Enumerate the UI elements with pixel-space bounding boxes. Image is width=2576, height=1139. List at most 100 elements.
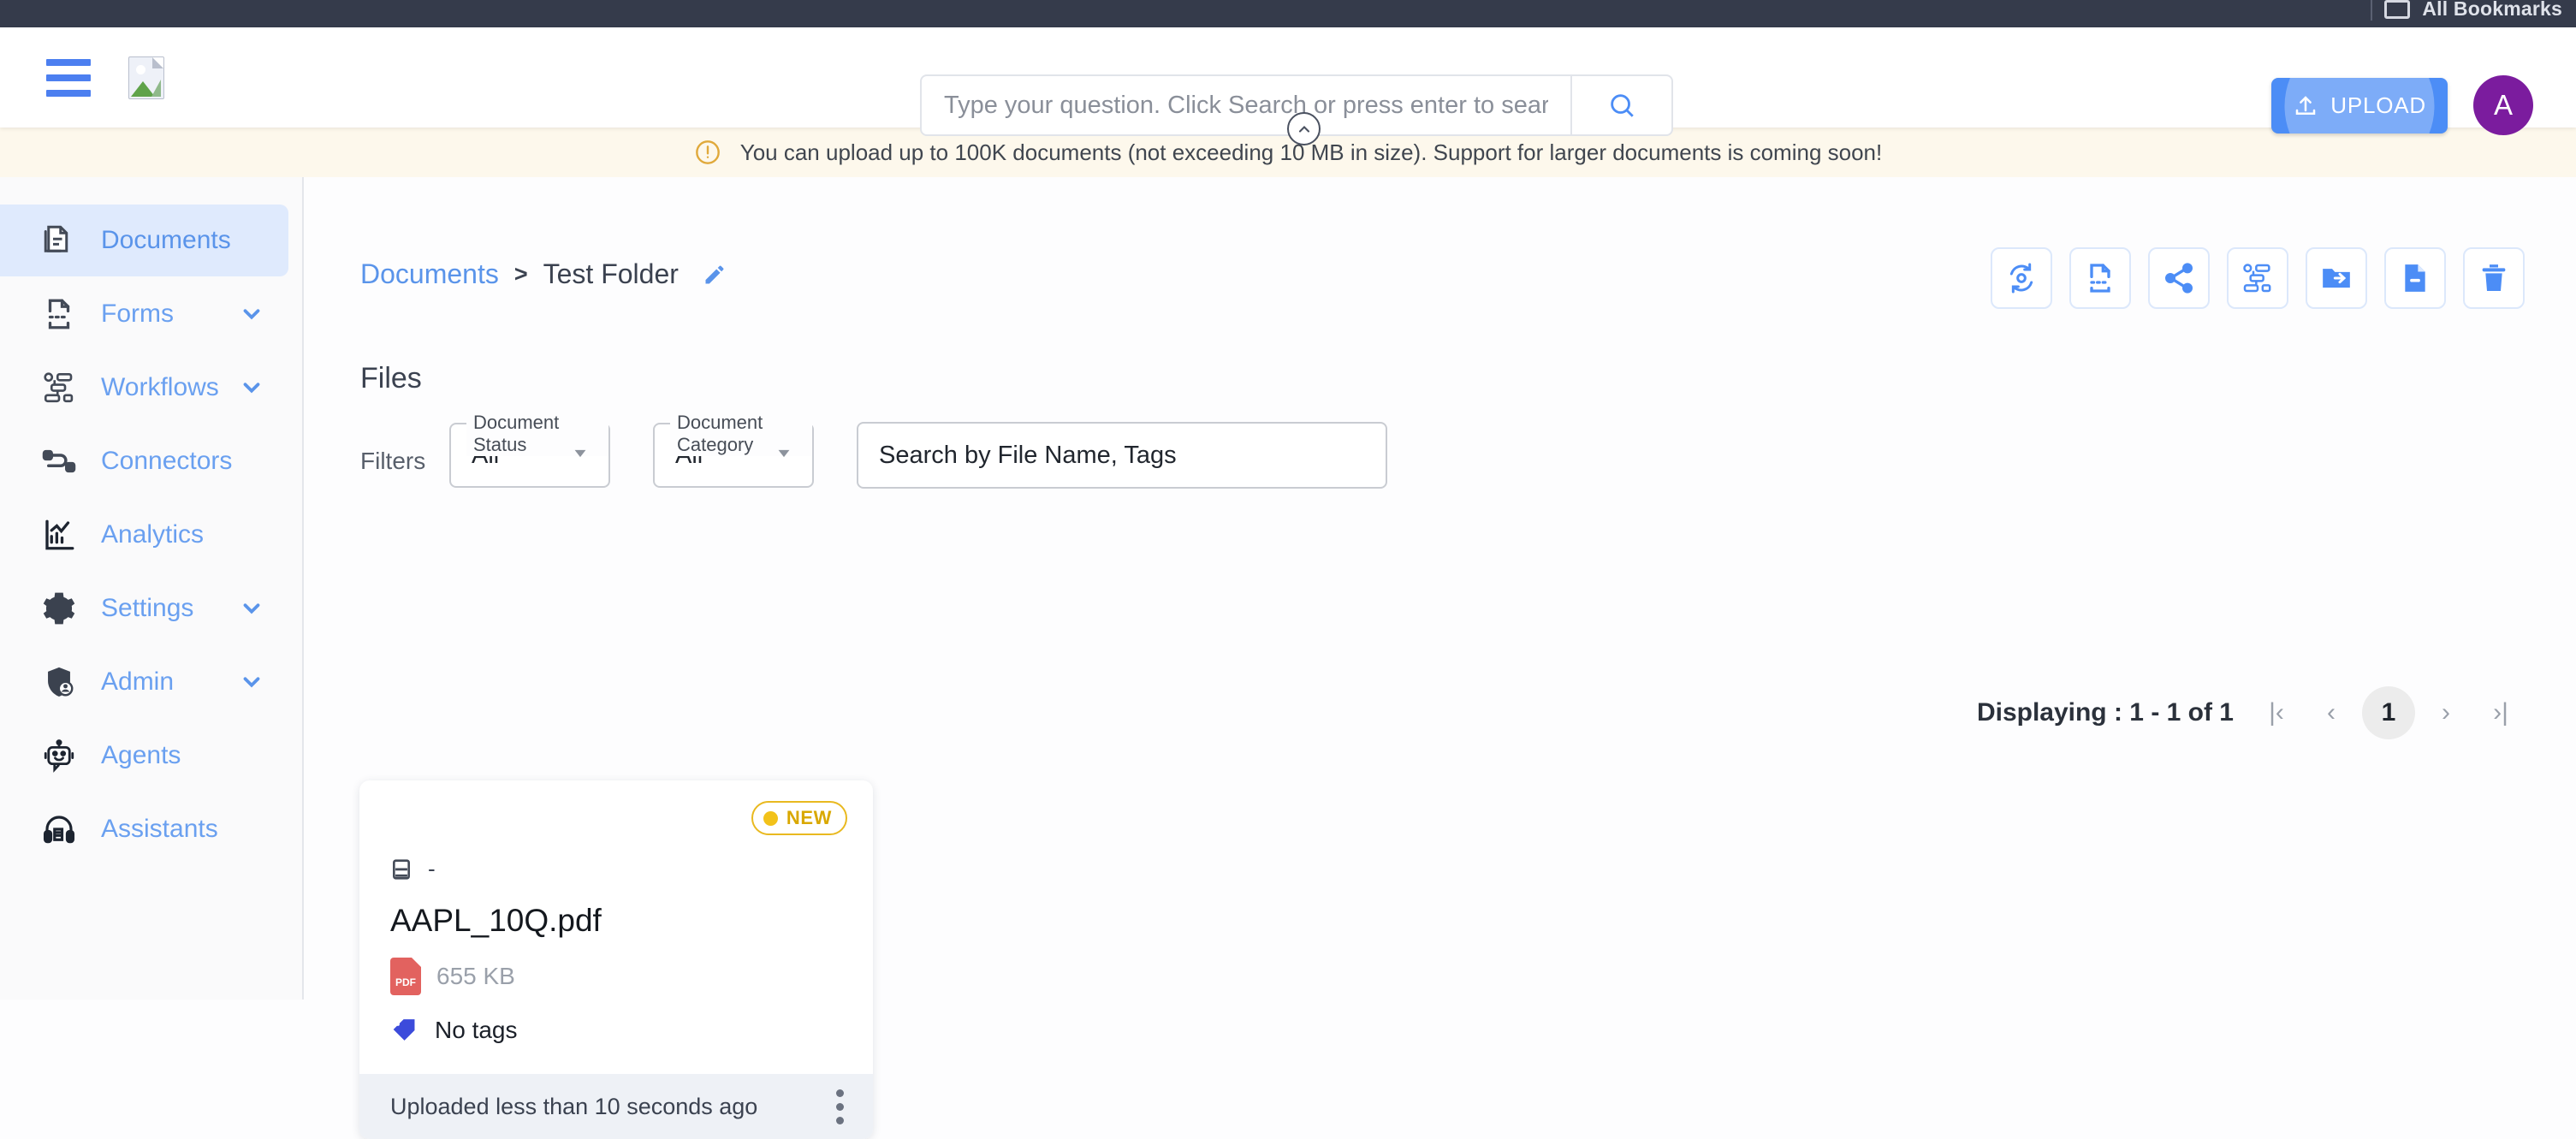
file-size: 655 KB bbox=[436, 963, 515, 990]
file-search-input[interactable] bbox=[858, 442, 1386, 470]
breadcrumb-documents-link[interactable]: Documents bbox=[360, 258, 499, 290]
file-tags: No tags bbox=[435, 1017, 518, 1044]
file-card-meta: - bbox=[390, 856, 842, 882]
filters-row: Filters Document Status All Document Cat… bbox=[360, 422, 1387, 489]
analytics-icon bbox=[39, 515, 79, 555]
settings-gear-icon bbox=[39, 589, 79, 628]
pagination-last-button[interactable]: ›| bbox=[2477, 689, 2525, 737]
database-icon bbox=[390, 857, 413, 882]
connectors-icon bbox=[39, 442, 79, 481]
status-badge: NEW bbox=[751, 801, 847, 835]
reprocess-gear-sync-icon bbox=[2004, 261, 2039, 295]
avatar-initial: A bbox=[2494, 89, 2513, 122]
share-button[interactable] bbox=[2148, 247, 2210, 309]
sidebar-item-label: Forms bbox=[101, 300, 174, 329]
sidebar-item-label: Admin bbox=[101, 667, 174, 697]
breadcrumb-separator: > bbox=[514, 261, 528, 288]
workflow-icon bbox=[2241, 261, 2275, 295]
remove-document-button[interactable] bbox=[2384, 247, 2446, 309]
assistants-headset-icon bbox=[39, 810, 79, 849]
chevron-down-icon[interactable] bbox=[239, 301, 264, 327]
reprocess-document-button[interactable] bbox=[1991, 247, 2052, 309]
pagination-prev-button[interactable]: ‹ bbox=[2307, 689, 2355, 737]
upload-button-label: UPLOAD bbox=[2330, 92, 2426, 119]
search-icon bbox=[1607, 91, 1636, 120]
move-folder-icon bbox=[2319, 261, 2353, 295]
filters-label: Filters bbox=[360, 436, 449, 475]
documents-icon bbox=[39, 221, 79, 260]
sidebar-item-label: Settings bbox=[101, 594, 193, 623]
kebab-menu-icon[interactable] bbox=[836, 1089, 844, 1124]
search-button[interactable] bbox=[1570, 76, 1671, 134]
file-name: AAPL_10Q.pdf bbox=[390, 903, 842, 939]
status-badge-label: NEW bbox=[786, 807, 832, 829]
sidebar-item-label: Workflows bbox=[101, 373, 219, 402]
chevron-down-icon[interactable] bbox=[239, 596, 264, 621]
app-header: UPLOAD A bbox=[0, 27, 2576, 128]
alert-circle-icon bbox=[694, 139, 721, 166]
document-status-select[interactable]: Document Status All bbox=[449, 423, 610, 488]
all-bookmarks-label[interactable]: All Bookmarks bbox=[2422, 0, 2562, 21]
file-card[interactable]: NEW - AAPL_10Q.pdf PDF 655 KB bbox=[359, 780, 873, 1139]
sidebar-item-analytics[interactable]: Analytics bbox=[0, 499, 288, 571]
chevron-down-icon[interactable] bbox=[239, 669, 264, 695]
main-content: Documents > Test Folder bbox=[306, 177, 2576, 1000]
run-workflow-button[interactable] bbox=[2227, 247, 2288, 309]
workflows-icon bbox=[39, 368, 79, 407]
breadcrumb-current-folder: Test Folder bbox=[543, 258, 679, 290]
forms-icon bbox=[39, 294, 79, 334]
document-toolbar bbox=[1991, 247, 2525, 309]
tag-icon bbox=[390, 1016, 419, 1045]
sidebar-item-documents[interactable]: Documents bbox=[0, 205, 288, 276]
breadcrumb: Documents > Test Folder bbox=[360, 258, 727, 290]
chrome-divider bbox=[2371, 0, 2372, 21]
chevron-down-icon bbox=[775, 444, 793, 467]
pagination: Displaying : 1 - 1 of 1 |‹ ‹ 1 › ›| bbox=[1977, 686, 2525, 739]
pagination-page-1-button[interactable]: 1 bbox=[2362, 686, 2415, 739]
sidebar-item-label: Assistants bbox=[101, 815, 218, 844]
sidebar: Documents Forms Workflows bbox=[0, 177, 304, 1000]
sidebar-item-workflows[interactable]: Workflows bbox=[0, 352, 288, 424]
file-search-field bbox=[857, 422, 1387, 489]
file-card-meta-value: - bbox=[428, 856, 436, 882]
sidebar-item-connectors[interactable]: Connectors bbox=[0, 425, 288, 497]
sidebar-item-admin[interactable]: Admin bbox=[0, 646, 288, 718]
chevron-down-icon[interactable] bbox=[239, 375, 264, 400]
pagination-displaying-text: Displaying : 1 - 1 of 1 bbox=[1977, 698, 2234, 727]
avatar[interactable]: A bbox=[2473, 75, 2533, 135]
hamburger-menu-icon[interactable] bbox=[46, 59, 91, 97]
extract-form-button[interactable] bbox=[2069, 247, 2131, 309]
delete-button[interactable] bbox=[2463, 247, 2525, 309]
document-category-select[interactable]: Document Category All bbox=[653, 423, 814, 488]
sidebar-item-settings[interactable]: Settings bbox=[0, 572, 288, 644]
pagination-next-button[interactable]: › bbox=[2422, 689, 2470, 737]
edit-pencil-icon[interactable] bbox=[703, 263, 727, 287]
page-title: Files bbox=[360, 362, 422, 395]
upload-icon bbox=[2293, 93, 2318, 119]
chevron-down-icon bbox=[571, 444, 590, 467]
pdf-file-icon: PDF bbox=[390, 958, 421, 995]
sidebar-item-label: Analytics bbox=[101, 520, 204, 549]
upload-button[interactable]: UPLOAD bbox=[2271, 78, 2448, 133]
file-size-row: PDF 655 KB bbox=[390, 958, 842, 995]
sidebar-item-label: Connectors bbox=[101, 447, 232, 476]
banner-collapse-button[interactable] bbox=[1287, 112, 1321, 145]
sidebar-item-assistants[interactable]: Assistants bbox=[0, 793, 288, 865]
agents-robot-icon bbox=[39, 736, 79, 775]
form-extract-icon bbox=[2083, 261, 2117, 295]
share-icon bbox=[2162, 261, 2196, 295]
admin-shield-icon bbox=[39, 662, 79, 702]
sidebar-item-label: Agents bbox=[101, 741, 181, 770]
broken-image-logo-icon bbox=[128, 56, 164, 99]
pagination-first-button[interactable]: |‹ bbox=[2253, 689, 2300, 737]
bookmark-icon bbox=[2384, 0, 2410, 19]
sidebar-item-label: Documents bbox=[101, 226, 231, 255]
move-to-folder-button[interactable] bbox=[2306, 247, 2367, 309]
sidebar-item-agents[interactable]: Agents bbox=[0, 720, 288, 792]
sidebar-item-forms[interactable]: Forms bbox=[0, 278, 288, 350]
search-input[interactable] bbox=[922, 92, 1570, 120]
chevron-up-icon bbox=[1296, 121, 1313, 138]
file-uploaded-time: Uploaded less than 10 seconds ago bbox=[390, 1094, 757, 1120]
status-dot-icon bbox=[763, 811, 778, 826]
trash-icon bbox=[2477, 261, 2511, 295]
